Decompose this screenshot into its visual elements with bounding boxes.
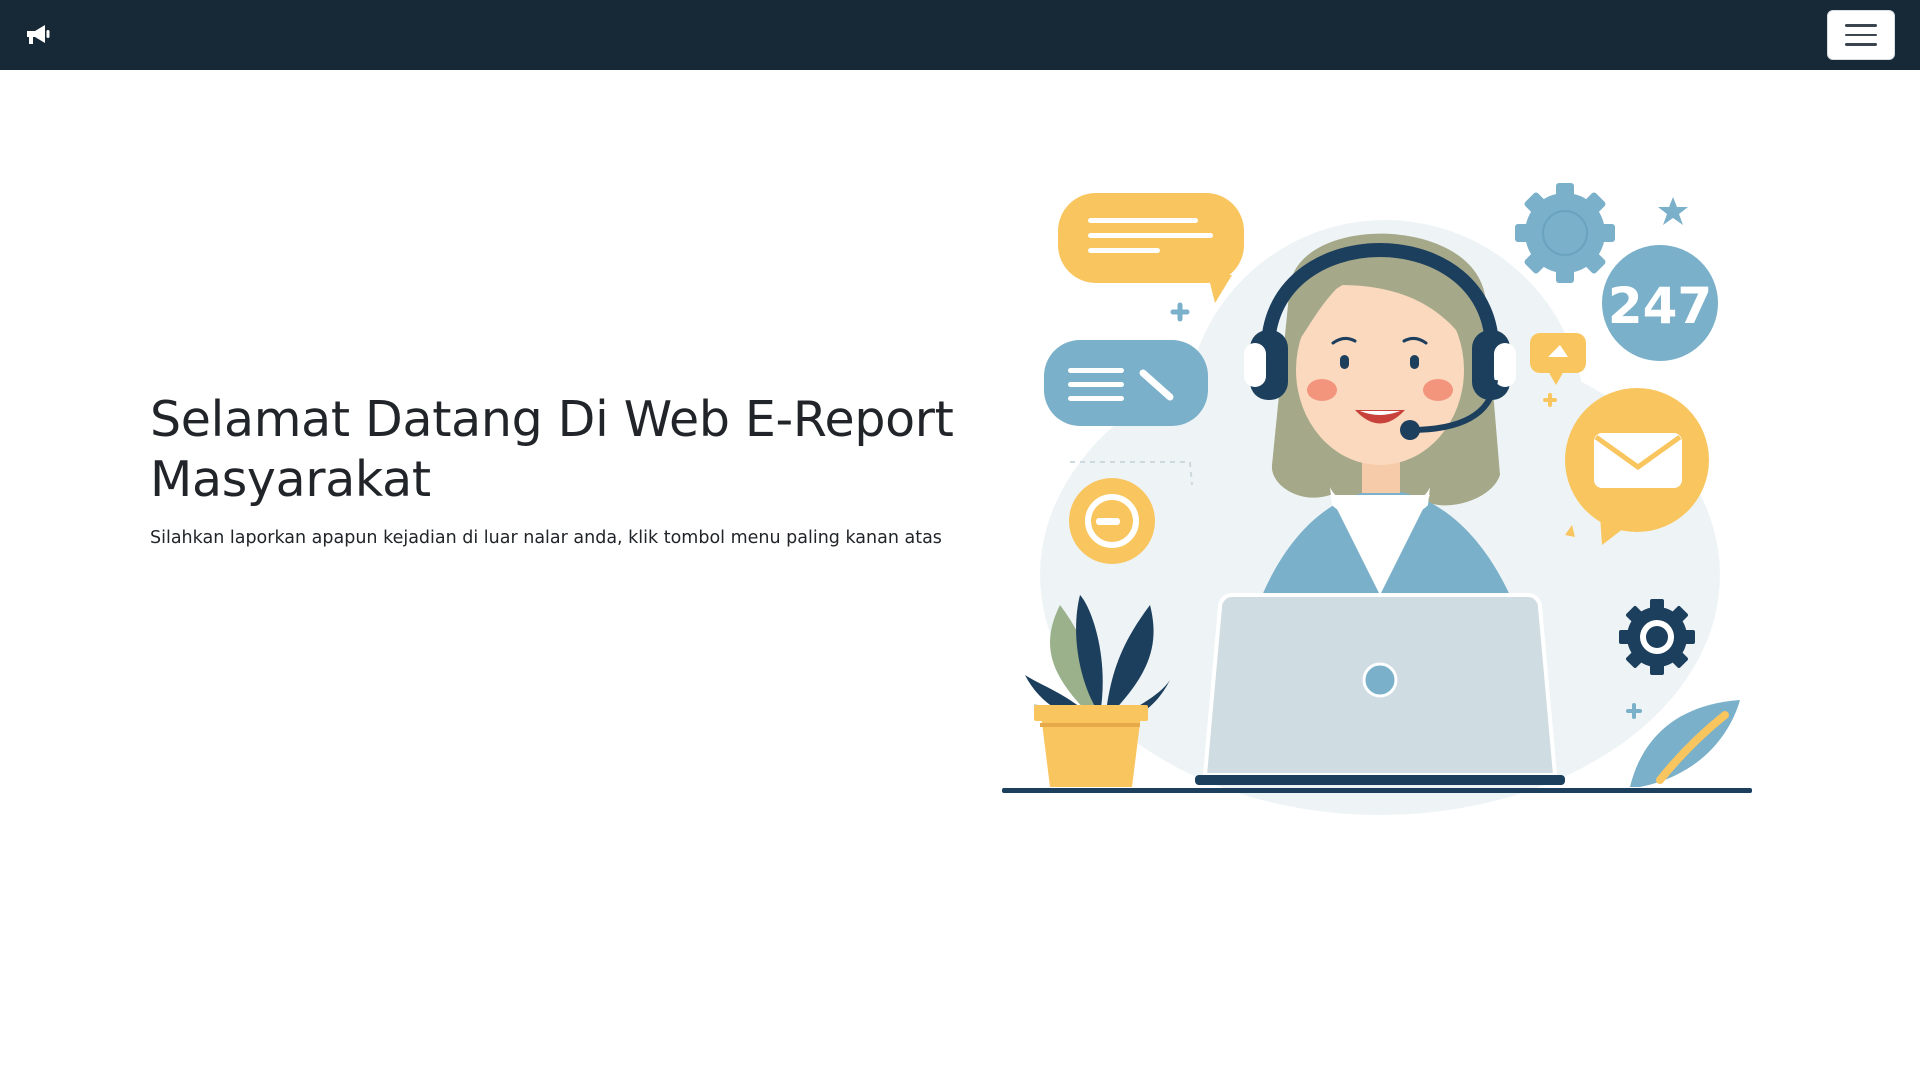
page-subtitle: Silahkan laporkan apapun kejadian di lua…	[150, 528, 942, 548]
hamburger-line	[1845, 24, 1877, 27]
hamburger-line	[1845, 43, 1877, 46]
top-navbar	[0, 0, 1920, 70]
hero-section: Selamat Datang Di Web E-Report Masyaraka…	[150, 390, 970, 550]
badge-247: 247	[1608, 277, 1712, 335]
customer-service-illustration: 247	[1000, 175, 1760, 815]
brand-link[interactable]	[24, 22, 52, 48]
megaphone-icon	[24, 22, 52, 48]
hamburger-line	[1845, 33, 1877, 37]
gear-icon	[1515, 183, 1615, 283]
page-title: Selamat Datang Di Web E-Report Masyaraka…	[150, 391, 954, 508]
chat-bubble-icon	[1058, 193, 1244, 303]
chat-bubble-icon	[1044, 340, 1208, 426]
navbar-toggler-button[interactable]	[1827, 10, 1895, 60]
laptop-icon	[1195, 593, 1565, 785]
star-icon	[1658, 197, 1688, 225]
